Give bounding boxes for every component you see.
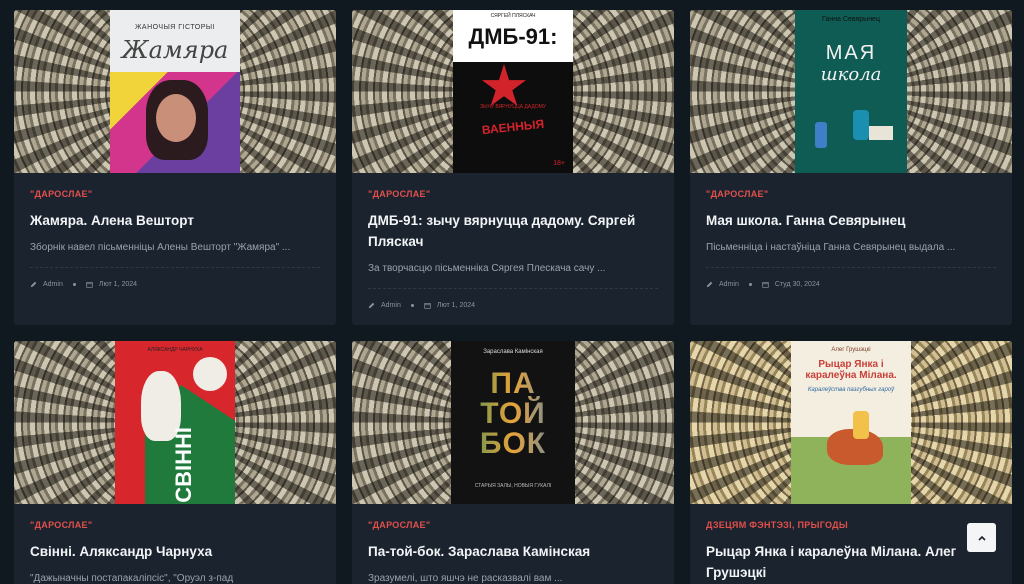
meta-separator [748, 282, 752, 286]
meta-separator [72, 282, 76, 286]
post-thumbnail[interactable]: СЯРГЕЙ ПЛЯСКАЧ ДМБ-91: ЗЫЧУ ВЯРНУЦЦА ДАД… [352, 10, 674, 173]
post-title[interactable]: Рыцар Янка і каралеўна Мілана. Алег Груш… [706, 541, 996, 583]
post-excerpt: За творчасцю пісьменніка Сяргея Плескача… [368, 263, 606, 274]
post-category[interactable]: "ДАРОСЛАЕ" [30, 520, 320, 530]
post-card[interactable]: СЯРГЕЙ ПЛЯСКАЧ ДМБ-91: ЗЫЧУ ВЯРНУЦЦА ДАД… [352, 10, 674, 325]
post-author[interactable]: Admin [43, 281, 63, 288]
book-cover: ЖАНОЧЫЯ ГІСТОРЫІ Жамяра [110, 10, 240, 173]
post-category[interactable]: "ДАРОСЛАЕ" [368, 520, 658, 530]
post-excerpt: "Дажыначны постапакаліпсіс", "Оруэл з-па… [30, 573, 234, 584]
post-card[interactable]: АЛЯКСАНДР ЧАРНУХА СВІННІ "ДАРОСЛАЕ" Свін… [14, 341, 336, 584]
post-category[interactable]: ДЗЕЦЯМ ФЭНТЭЗІ, ПРЫГОДЫ [706, 520, 996, 530]
divider [368, 288, 658, 289]
post-meta: Admin Лют 1, 2024 [368, 299, 658, 311]
post-thumbnail[interactable]: АЛЯКСАНДР ЧАРНУХА СВІННІ [14, 341, 336, 504]
post-author[interactable]: Admin [719, 281, 739, 288]
book-cover: СЯРГЕЙ ПЛЯСКАЧ ДМБ-91: ЗЫЧУ ВЯРНУЦЦА ДАД… [453, 10, 573, 173]
post-title[interactable]: Жамяра. Алена Вешторт [30, 210, 320, 231]
post-thumbnail[interactable]: Алег Грушэцкі Рыцар Янка і каралеўна Міл… [690, 341, 1012, 504]
post-meta: Admin Лют 1, 2024 [30, 278, 320, 290]
post-card[interactable]: Ганна Севярынец МАЯ школа "ДАРОСЛАЕ" Мая… [690, 10, 1012, 325]
book-cover: АЛЯКСАНДР ЧАРНУХА СВІННІ [115, 341, 235, 504]
pen-icon [368, 302, 375, 308]
pen-icon [30, 281, 37, 287]
post-thumbnail[interactable]: ЖАНОЧЫЯ ГІСТОРЫІ Жамяра [14, 10, 336, 173]
post-category[interactable]: "ДАРОСЛАЕ" [368, 189, 658, 199]
calendar-icon [86, 281, 93, 288]
calendar-icon [424, 302, 431, 309]
divider [706, 267, 996, 268]
post-author[interactable]: Admin [381, 302, 401, 309]
post-excerpt: Зборнік навел пісьменніцы Алены Вешторт … [30, 242, 291, 253]
book-cover: Ганна Севярынец МАЯ школа [795, 10, 907, 173]
post-card[interactable]: Алег Грушэцкі Рыцар Янка і каралеўна Міл… [690, 341, 1012, 584]
post-thumbnail[interactable]: Зараслава Камінская ПА ТОЙ БОК СТАРЫЯ ЗА… [352, 341, 674, 504]
post-thumbnail[interactable]: Ганна Севярынец МАЯ школа [690, 10, 1012, 173]
post-title[interactable]: Свінні. Аляксандр Чарнуха [30, 541, 320, 562]
post-title[interactable]: Па-той-бок. Зараслава Камінская [368, 541, 658, 562]
book-cover: Алег Грушэцкі Рыцар Янка і каралеўна Міл… [791, 341, 911, 504]
post-category[interactable]: "ДАРОСЛАЕ" [706, 189, 996, 199]
book-cover: Зараслава Камінская ПА ТОЙ БОК СТАРЫЯ ЗА… [451, 341, 575, 504]
chevron-up-icon [977, 535, 986, 541]
post-category[interactable]: "ДАРОСЛАЕ" [30, 189, 320, 199]
post-card[interactable]: ЖАНОЧЫЯ ГІСТОРЫІ Жамяра "ДАРОСЛАЕ" Жамяр… [14, 10, 336, 325]
post-date[interactable]: Лют 1, 2024 [99, 281, 137, 288]
post-date[interactable]: Студ 30, 2024 [775, 281, 820, 288]
post-excerpt: Пісьменніца і настаўніца Ганна Севярынец… [706, 242, 956, 253]
post-title[interactable]: ДМБ-91: зычу вярнуцца дадому. Сяргей Пля… [368, 210, 658, 252]
pen-icon [706, 281, 713, 287]
post-date[interactable]: Лют 1, 2024 [437, 302, 475, 309]
post-title[interactable]: Мая школа. Ганна Севярынец [706, 210, 996, 231]
meta-separator [410, 303, 414, 307]
back-to-top-button[interactable] [967, 523, 996, 552]
post-meta: Admin Студ 30, 2024 [706, 278, 996, 290]
post-excerpt: Зразумелі, што яшчэ не расказвалі вам ..… [368, 573, 563, 584]
post-card[interactable]: Зараслава Камінская ПА ТОЙ БОК СТАРЫЯ ЗА… [352, 341, 674, 584]
calendar-icon [762, 281, 769, 288]
divider [30, 267, 320, 268]
